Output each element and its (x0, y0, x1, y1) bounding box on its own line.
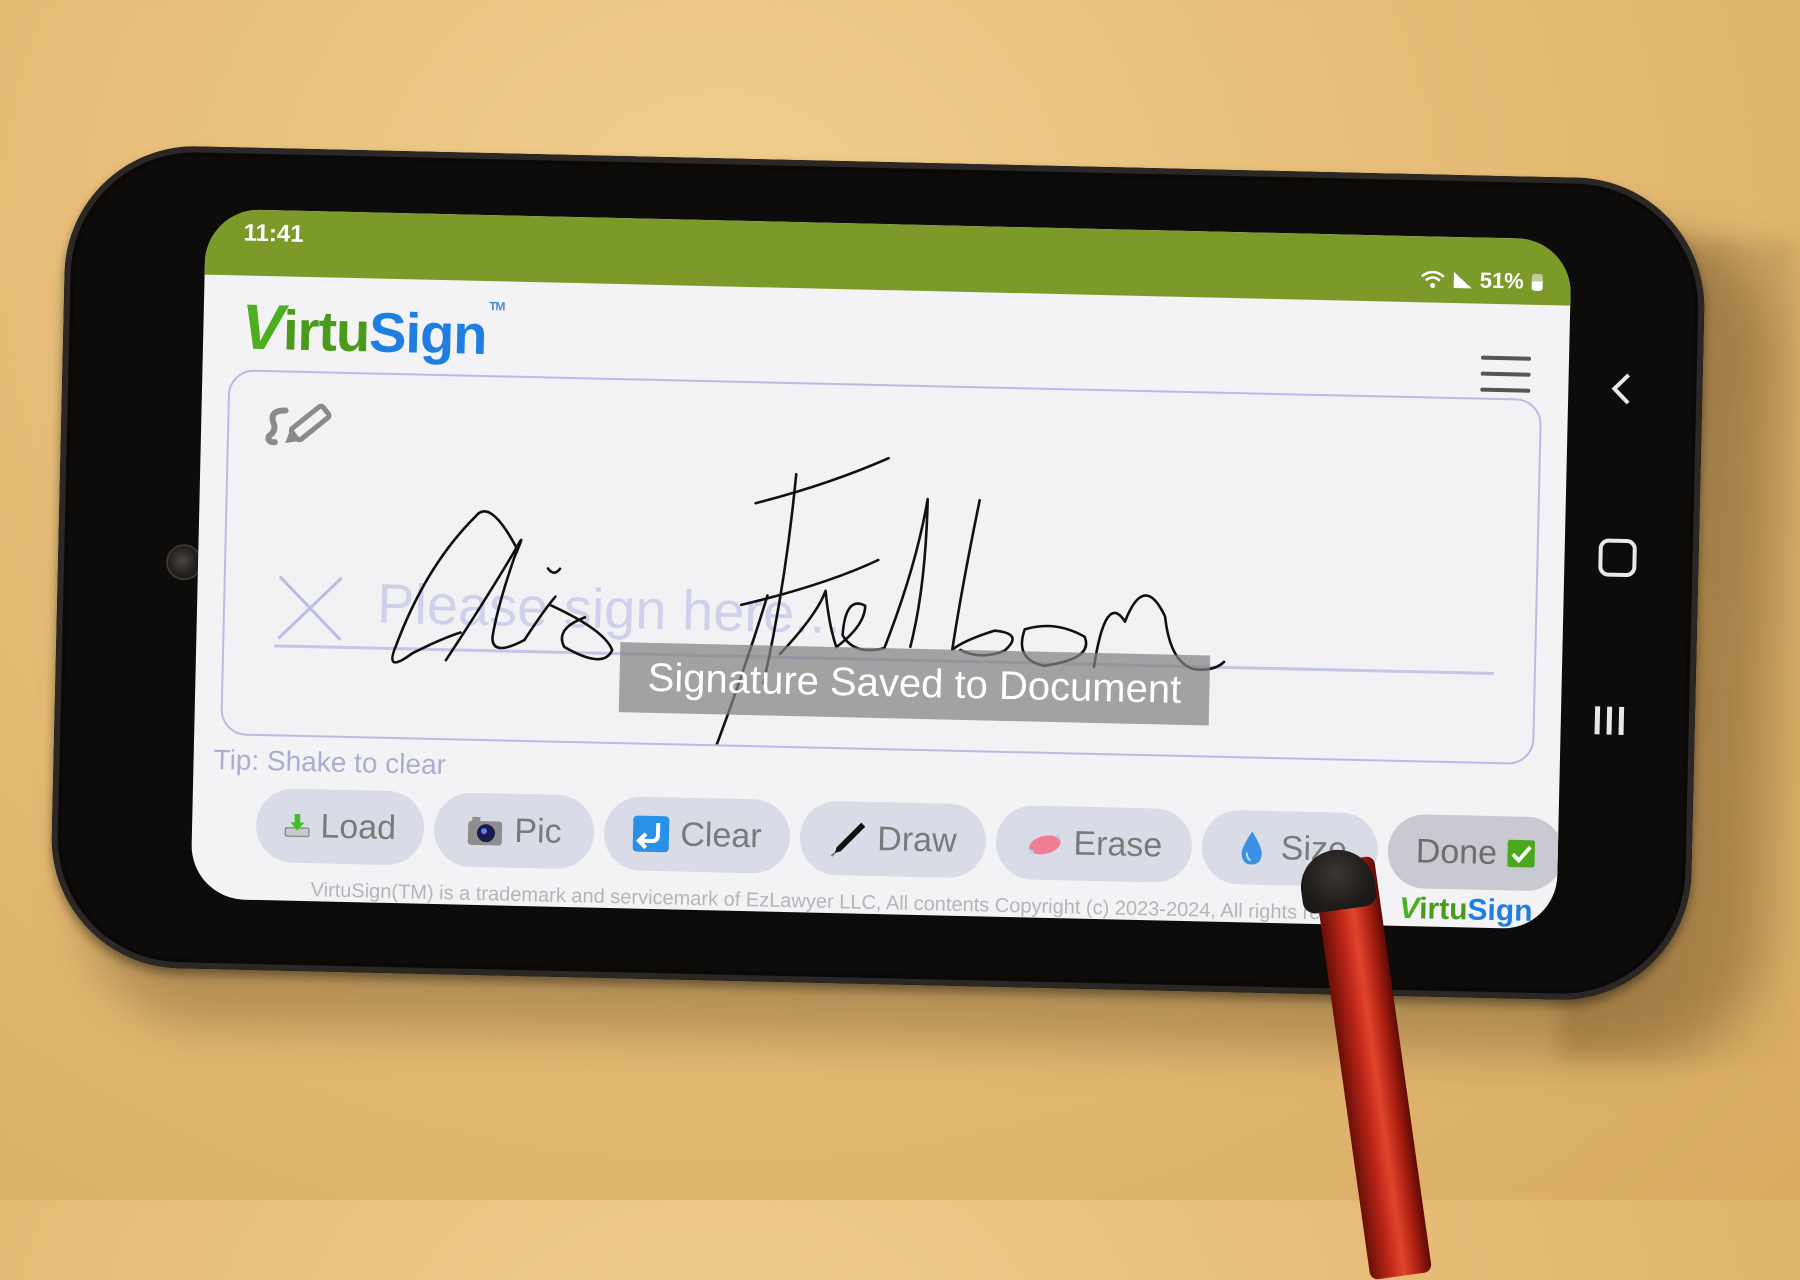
signal-icon (1453, 271, 1472, 289)
fountain-pen-icon (831, 822, 866, 857)
footer-virtusign-logo[interactable]: VirtuSign (1399, 892, 1533, 929)
battery-icon (1531, 273, 1543, 291)
phone-device: 11:41 51% VirtuSign TM Please sign here.… (48, 143, 1708, 1003)
tip-text: Tip: Shake to clear (213, 743, 447, 781)
draw-button[interactable]: Draw (799, 800, 987, 879)
status-indicators: 51% (1419, 266, 1543, 295)
sign-here-placeholder: Please sign here... (376, 571, 842, 646)
virtusign-logo: VirtuSign TM (241, 290, 505, 370)
recents-bars-icon[interactable] (1594, 706, 1630, 735)
back-chevron-icon[interactable] (1606, 368, 1637, 409)
draw-label: Draw (876, 819, 958, 860)
done-label: Done (1415, 831, 1498, 872)
footer-logo-v: V (1398, 891, 1420, 926)
done-button[interactable]: Done (1386, 813, 1565, 892)
signature-pad[interactable]: Please sign here... Signature Saved to D… (220, 369, 1543, 765)
clear-button[interactable]: Clear (603, 795, 791, 875)
load-button[interactable]: Load (255, 787, 425, 866)
pic-button[interactable]: Pic (433, 792, 595, 870)
wifi-icon (1421, 270, 1445, 289)
eraser-icon (1028, 834, 1061, 855)
status-time: 11:41 (243, 219, 304, 248)
signature-saved-toast: Signature Saved to Document (618, 642, 1211, 726)
logo-tm: TM (489, 299, 505, 314)
droplet-icon (1241, 831, 1262, 865)
erase-button[interactable]: Erase (995, 804, 1193, 884)
copyright-footer: VirtuSign(TM) is a trademark and service… (310, 879, 1321, 925)
erase-label: Erase (1073, 824, 1163, 865)
footer-logo-sign: Sign (1467, 893, 1533, 928)
logo-irtu: irtu (282, 298, 370, 364)
battery-percent: 51% (1479, 267, 1525, 294)
signature-pen-icon[interactable] (265, 396, 340, 450)
download-tray-icon (284, 814, 310, 838)
camera-icon (468, 816, 503, 846)
front-camera (167, 545, 201, 579)
footer-logo-irtu: irtu (1418, 892, 1468, 927)
return-arrow-icon (633, 815, 670, 853)
load-label: Load (320, 806, 397, 847)
clear-label: Clear (679, 815, 763, 855)
hamburger-menu-icon[interactable] (1480, 355, 1532, 395)
android-nav-bar (1558, 178, 1687, 1002)
logo-v: V (240, 290, 284, 364)
check-box-icon (1507, 839, 1536, 868)
sign-here-x-marker (277, 575, 343, 641)
pic-label: Pic (514, 811, 563, 851)
logo-sign: Sign (368, 300, 488, 367)
home-square-icon[interactable] (1598, 538, 1637, 578)
phone-screen: 11:41 51% VirtuSign TM Please sign here.… (190, 208, 1572, 930)
